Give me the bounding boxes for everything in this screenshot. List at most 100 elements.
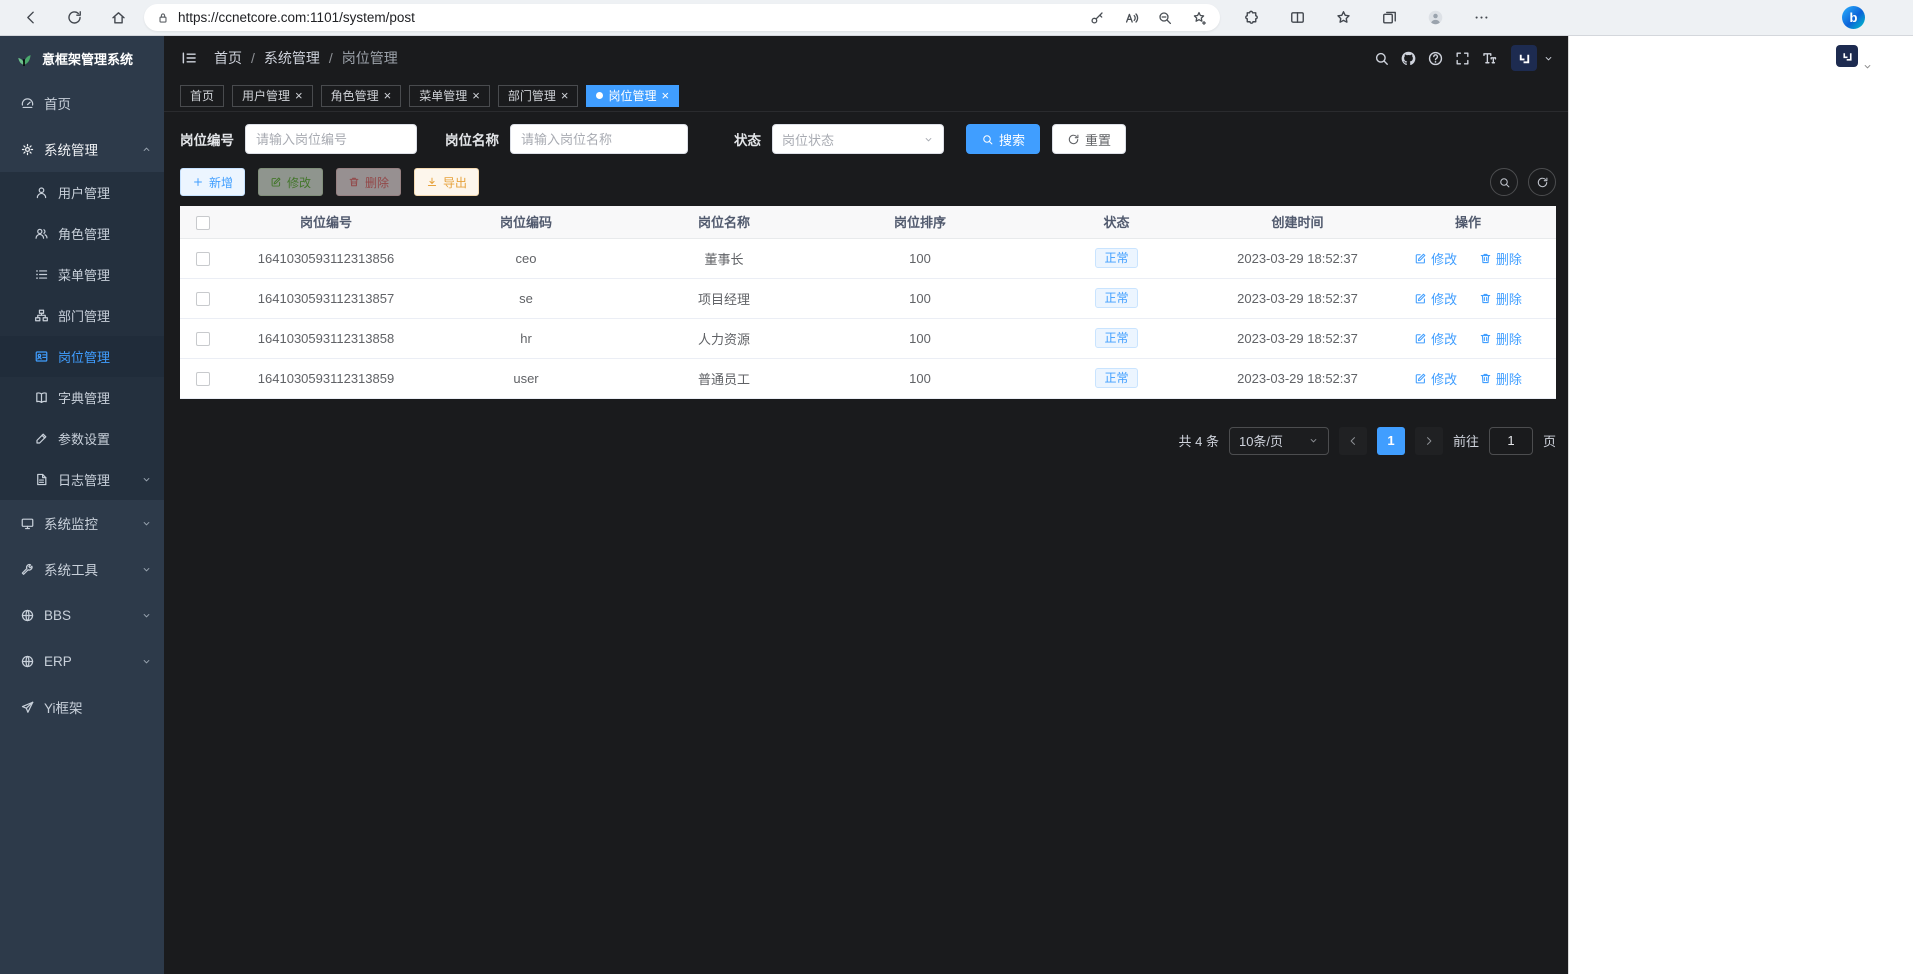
profile-avatar-icon[interactable]: [1420, 3, 1450, 33]
tab-home[interactable]: 首页: [180, 85, 224, 107]
sidebar-item-yi-framework[interactable]: Yi框架: [0, 684, 164, 730]
bing-copilot-icon[interactable]: b: [1842, 6, 1865, 29]
app-logo[interactable]: 意框架管理系统: [0, 36, 164, 80]
export-button[interactable]: 导出: [414, 168, 479, 196]
row-checkbox[interactable]: [196, 332, 210, 346]
page-size-select[interactable]: 10条/页: [1229, 427, 1329, 455]
sidebar-item-role-mgmt[interactable]: 角色管理: [0, 213, 164, 254]
reset-button[interactable]: 重置: [1052, 124, 1126, 154]
browser-back-icon[interactable]: [15, 3, 45, 33]
favorites-icon[interactable]: [1328, 3, 1358, 33]
sidebar-item-menu-mgmt[interactable]: 菜单管理: [0, 254, 164, 295]
close-icon[interactable]: ×: [384, 89, 392, 102]
status-badge: 正常: [1095, 368, 1137, 388]
column-header-actions: 操作: [1380, 206, 1556, 238]
cell-post-id: 1641030593112313858: [226, 318, 426, 358]
page-number-button[interactable]: 1: [1377, 427, 1405, 455]
sidebar-item-home[interactable]: 首页: [0, 80, 164, 126]
font-size-icon[interactable]: [1476, 45, 1503, 72]
read-aloud-icon[interactable]: [1114, 5, 1148, 31]
row-checkbox[interactable]: [196, 252, 210, 266]
browser-refresh-icon[interactable]: [59, 3, 89, 33]
breadcrumb-home[interactable]: 首页: [214, 48, 242, 68]
tab-user-mgmt[interactable]: 用户管理×: [232, 85, 313, 107]
tab-post-mgmt[interactable]: 岗位管理 ×: [586, 85, 679, 107]
delete-button[interactable]: 删除: [336, 168, 401, 196]
tab-label: 岗位管理: [608, 87, 656, 104]
sidebar-item-log-mgmt[interactable]: 日志管理: [0, 459, 164, 500]
sidebar-item-system-monitor[interactable]: 系统监控: [0, 500, 164, 546]
zoom-out-icon[interactable]: [1148, 5, 1182, 31]
prev-page-button[interactable]: [1339, 427, 1367, 455]
close-icon[interactable]: ×: [472, 89, 480, 102]
password-key-icon[interactable]: [1080, 5, 1114, 31]
row-edit-link[interactable]: 修改: [1414, 249, 1457, 268]
tab-menu-mgmt[interactable]: 菜单管理×: [409, 85, 490, 107]
row-delete-link[interactable]: 删除: [1479, 249, 1522, 268]
sidebar-item-dept-mgmt[interactable]: 部门管理: [0, 295, 164, 336]
tab-dept-mgmt[interactable]: 部门管理×: [498, 85, 579, 107]
main-area: 首页 / 系统管理 / 岗位管理 首页 用户管理× 角色管理× 菜单管理× 部门…: [164, 36, 1568, 974]
sidebar-item-post-mgmt[interactable]: 岗位管理: [0, 336, 164, 377]
help-icon[interactable]: [1422, 45, 1449, 72]
breadcrumb-system-mgmt[interactable]: 系统管理: [264, 48, 320, 68]
close-icon[interactable]: ×: [661, 89, 669, 102]
split-screen-icon[interactable]: [1282, 3, 1312, 33]
active-tab-dot: [596, 92, 603, 99]
cell-post-name: 项目经理: [626, 278, 822, 318]
tab-role-mgmt[interactable]: 角色管理×: [321, 85, 402, 107]
close-icon[interactable]: ×: [295, 89, 303, 102]
sidebar-item-erp[interactable]: ERP: [0, 638, 164, 684]
edit-button[interactable]: 修改: [258, 168, 323, 196]
header-search-icon[interactable]: [1368, 45, 1395, 72]
sidebar-item-user-mgmt[interactable]: 用户管理: [0, 172, 164, 213]
address-bar[interactable]: https://ccnetcore.com:1101/system/post: [144, 4, 1220, 31]
panel-avatar-logo[interactable]: [1836, 45, 1858, 67]
row-checkbox[interactable]: [196, 372, 210, 386]
browser-home-icon[interactable]: [103, 3, 133, 33]
user-avatar-logo[interactable]: [1511, 45, 1537, 71]
status-select[interactable]: 岗位状态: [772, 124, 944, 154]
add-favorite-star-icon[interactable]: [1182, 5, 1216, 31]
chevron-down-icon[interactable]: [1862, 61, 1873, 72]
row-delete-link[interactable]: 删除: [1479, 369, 1522, 388]
extensions-icon[interactable]: [1236, 3, 1266, 33]
close-icon[interactable]: ×: [561, 89, 569, 102]
filter-form: 岗位编号 岗位名称 状态 岗位状态 搜索 重置: [180, 124, 1556, 154]
sidebar-item-label: 字典管理: [58, 388, 110, 407]
sidebar-item-dict-mgmt[interactable]: 字典管理: [0, 377, 164, 418]
collapse-menu-icon[interactable]: [180, 49, 198, 67]
row-delete-link[interactable]: 删除: [1479, 289, 1522, 308]
chevron-down-icon[interactable]: [1543, 53, 1554, 64]
refresh-table-button[interactable]: [1528, 168, 1556, 196]
row-delete-link[interactable]: 删除: [1479, 329, 1522, 348]
column-header-post-id: 岗位编号: [226, 206, 426, 238]
row-edit-link[interactable]: 修改: [1414, 329, 1457, 348]
sidebar-item-system-mgmt[interactable]: 系统管理: [0, 126, 164, 172]
goto-page-input[interactable]: [1489, 427, 1533, 455]
collections-icon[interactable]: [1374, 3, 1404, 33]
cell-post-name: 董事长: [626, 238, 822, 278]
fullscreen-icon[interactable]: [1449, 45, 1476, 72]
sidebar-item-system-tools[interactable]: 系统工具: [0, 546, 164, 592]
row-edit-link[interactable]: 修改: [1414, 289, 1457, 308]
table-toolbar: 新增 修改 删除 导出: [180, 168, 1556, 196]
github-icon[interactable]: [1395, 45, 1422, 72]
cell-post-name: 普通员工: [626, 358, 822, 398]
lock-icon[interactable]: [156, 11, 170, 25]
toggle-search-button[interactable]: [1490, 168, 1518, 196]
url-text[interactable]: https://ccnetcore.com:1101/system/post: [178, 10, 1080, 25]
row-edit-link[interactable]: 修改: [1414, 369, 1457, 388]
select-all-checkbox[interactable]: [196, 216, 210, 230]
sidebar-item-bbs[interactable]: BBS: [0, 592, 164, 638]
row-checkbox[interactable]: [196, 292, 210, 306]
cell-post-code: ceo: [426, 238, 626, 278]
next-page-button[interactable]: [1415, 427, 1443, 455]
add-button[interactable]: 新增: [180, 168, 245, 196]
post-name-input[interactable]: [510, 124, 688, 154]
search-button[interactable]: 搜索: [966, 124, 1040, 154]
sidebar-item-param-settings[interactable]: 参数设置: [0, 418, 164, 459]
row-delete-label: 删除: [1496, 289, 1522, 308]
post-code-input[interactable]: [245, 124, 417, 154]
browser-menu-icon[interactable]: [1466, 3, 1496, 33]
